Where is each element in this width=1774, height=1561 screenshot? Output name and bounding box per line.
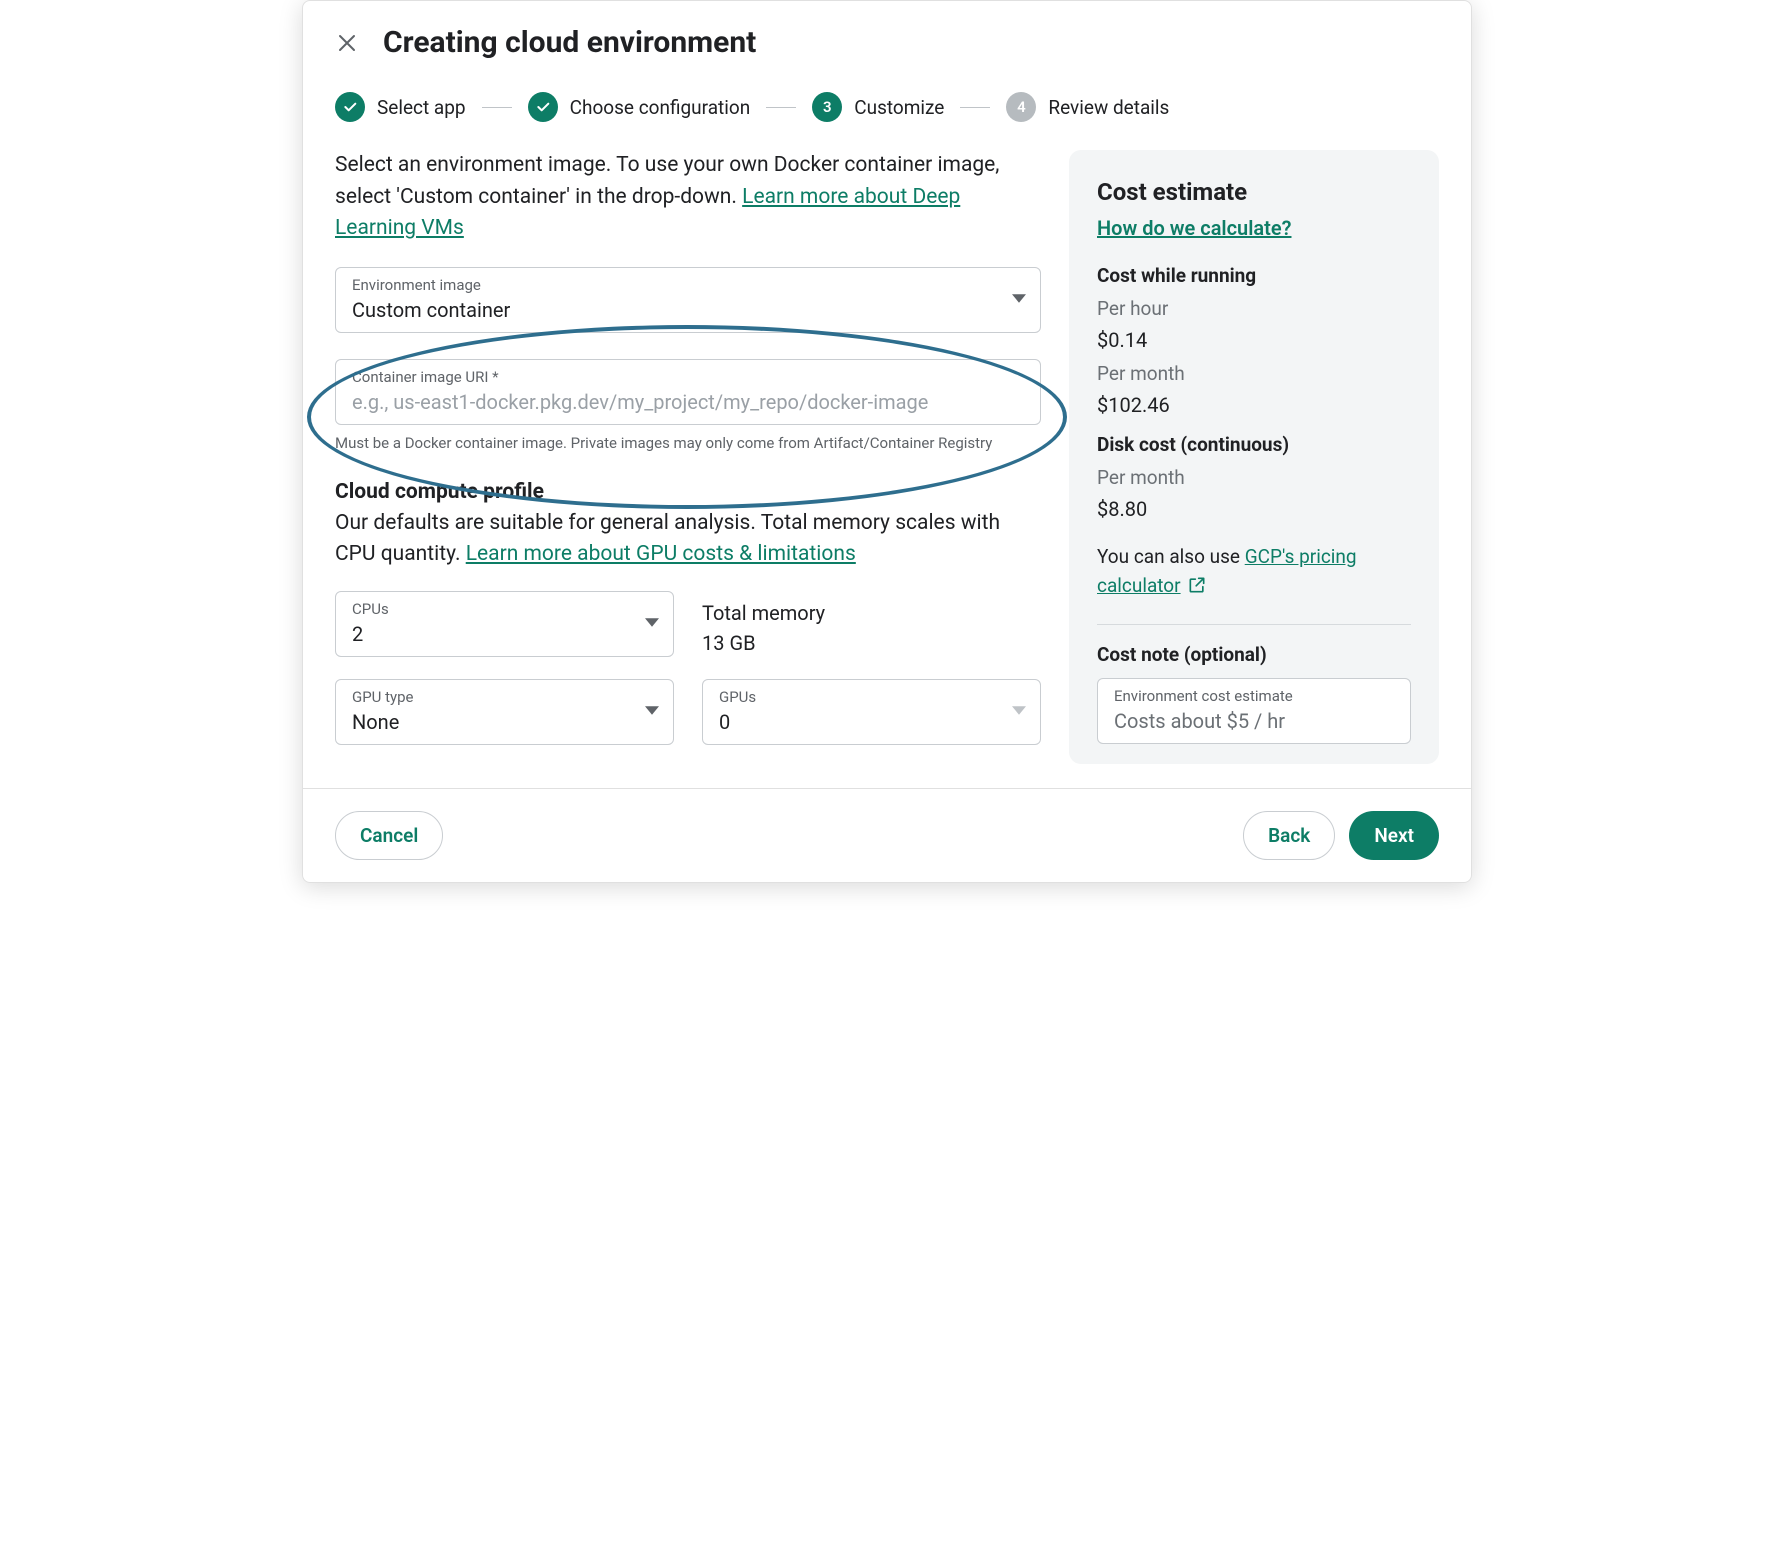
external-link-icon <box>1187 575 1207 595</box>
gpu-type-select[interactable]: GPU type None <box>335 679 674 745</box>
chevron-down-icon <box>1012 702 1026 721</box>
per-hour-label: Per hour <box>1097 297 1411 320</box>
cpus-select[interactable]: CPUs 2 <box>335 591 674 657</box>
metric-value: 13 GB <box>702 631 1041 655</box>
dialog: Creating cloud environment Select app Ch… <box>302 0 1472 883</box>
per-month-value: $102.46 <box>1097 393 1411 417</box>
field-label: Environment cost estimate <box>1114 687 1394 705</box>
step-label: Select app <box>377 96 466 119</box>
page-title: Creating cloud environment <box>383 25 756 60</box>
dialog-header: Creating cloud environment <box>303 1 1471 68</box>
step-label: Review details <box>1048 96 1169 119</box>
step-connector <box>766 107 796 108</box>
total-memory: Total memory 13 GB <box>702 591 1041 655</box>
cost-title: Cost estimate <box>1097 178 1411 206</box>
chevron-down-icon <box>645 614 659 633</box>
cost-running-head: Cost while running <box>1097 264 1411 287</box>
field-value: 0 <box>719 710 996 734</box>
container-image-uri-input[interactable]: Container image URI * e.g., us-east1-doc… <box>335 359 1041 425</box>
close-icon[interactable] <box>335 31 359 55</box>
step-review-details[interactable]: 4 Review details <box>1006 92 1169 122</box>
environment-image-select[interactable]: Environment image Custom container <box>335 267 1041 333</box>
per-hour-value: $0.14 <box>1097 328 1411 352</box>
step-connector <box>482 107 512 108</box>
field-label: GPUs <box>719 688 996 706</box>
compute-heading: Cloud compute profile <box>335 480 1041 504</box>
dialog-footer: Cancel Back Next <box>303 788 1471 882</box>
field-placeholder: e.g., us-east1-docker.pkg.dev/my_project… <box>352 390 1024 414</box>
step-select-app[interactable]: Select app <box>335 92 466 122</box>
field-value: None <box>352 710 629 734</box>
intro-text: Select an environment image. To use your… <box>335 150 1041 245</box>
check-icon <box>528 92 558 122</box>
metric-label: Total memory <box>702 601 1041 625</box>
main-column: Select an environment image. To use your… <box>335 150 1041 745</box>
step-connector <box>960 107 990 108</box>
cost-note-heading: Cost note (optional) <box>1097 643 1411 666</box>
step-choose-configuration[interactable]: Choose configuration <box>528 92 751 122</box>
uri-helper-text: Must be a Docker container image. Privat… <box>335 433 1041 454</box>
field-value: Costs about $5 / hr <box>1114 709 1394 733</box>
stepper: Select app Choose configuration 3 Custom… <box>303 68 1471 150</box>
per-month-label: Per month <box>1097 362 1411 385</box>
cancel-button[interactable]: Cancel <box>335 811 443 860</box>
field-value: 2 <box>352 622 629 646</box>
pricing-note: You can also use GCP's pricing calculato… <box>1097 543 1411 600</box>
disk-per-month-label: Per month <box>1097 466 1411 489</box>
back-button[interactable]: Back <box>1243 811 1335 860</box>
check-icon <box>335 92 365 122</box>
pricing-note-text: You can also use <box>1097 545 1245 568</box>
field-label: Container image URI * <box>352 368 1024 386</box>
disk-per-month-value: $8.80 <box>1097 497 1411 521</box>
chevron-down-icon <box>1012 290 1026 309</box>
gpus-select[interactable]: GPUs 0 <box>702 679 1041 745</box>
divider <box>1097 624 1411 625</box>
step-label: Customize <box>854 96 944 119</box>
field-label: Environment image <box>352 276 996 294</box>
step-number-badge: 3 <box>812 92 842 122</box>
how-calculate-link[interactable]: How do we calculate? <box>1097 216 1291 240</box>
step-customize[interactable]: 3 Customize <box>812 92 944 122</box>
learn-more-gpu-link[interactable]: Learn more about GPU costs & limitations <box>466 542 856 566</box>
next-button[interactable]: Next <box>1349 811 1439 860</box>
step-number-badge: 4 <box>1006 92 1036 122</box>
field-label: GPU type <box>352 688 629 706</box>
cost-note-input[interactable]: Environment cost estimate Costs about $5… <box>1097 678 1411 744</box>
field-label: CPUs <box>352 600 629 618</box>
compute-subtext: Our defaults are suitable for general an… <box>335 508 1041 571</box>
disk-cost-head: Disk cost (continuous) <box>1097 433 1411 456</box>
step-label: Choose configuration <box>570 96 751 119</box>
field-value: Custom container <box>352 298 996 322</box>
chevron-down-icon <box>645 702 659 721</box>
cost-estimate-panel: Cost estimate How do we calculate? Cost … <box>1069 150 1439 764</box>
